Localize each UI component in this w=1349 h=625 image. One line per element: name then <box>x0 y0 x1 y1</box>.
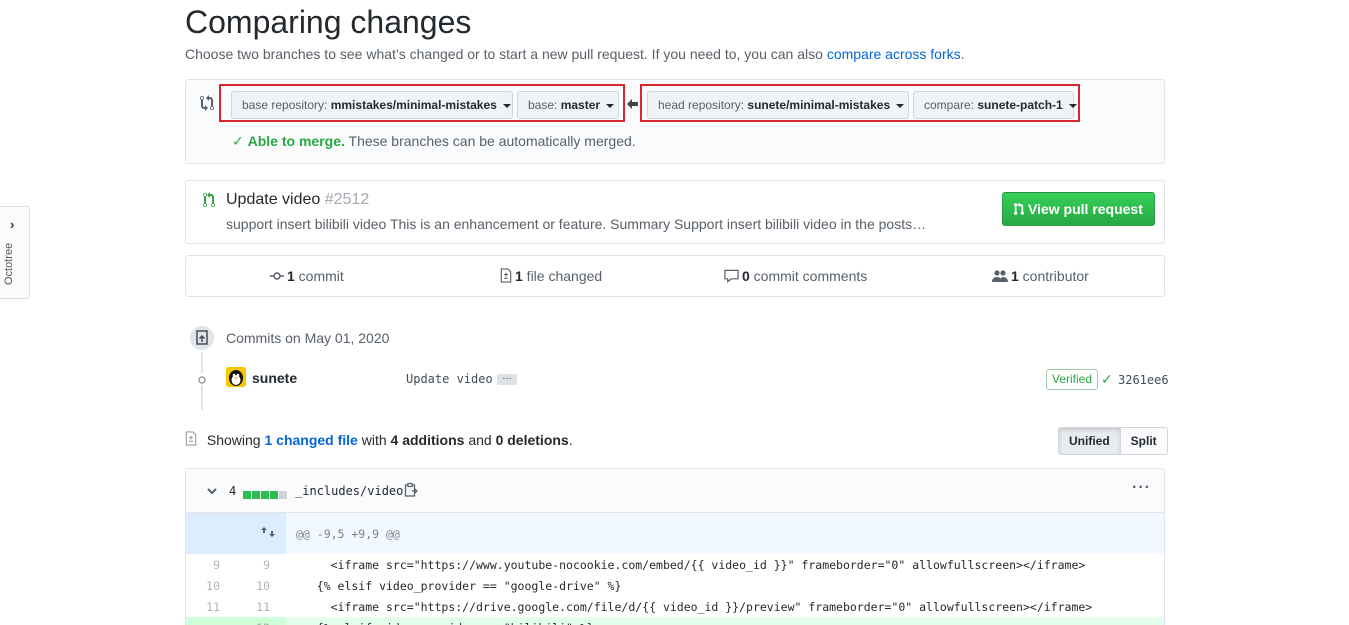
old-line-number[interactable]: 9 <box>186 554 236 575</box>
stat-contributors[interactable]: 1 contributor <box>992 268 1089 284</box>
avatar[interactable] <box>226 367 246 387</box>
caret-down-icon <box>502 103 511 108</box>
clipboard-icon[interactable] <box>404 482 418 501</box>
unfold-icon[interactable] <box>186 513 286 554</box>
head-repository-select[interactable]: head repository: sunete/minimal-mistakes <box>647 91 909 119</box>
old-line-number[interactable]: 11 <box>186 596 236 617</box>
view-pull-request-button[interactable]: View pull request <box>1002 192 1155 226</box>
kebab-menu-icon[interactable]: ··· <box>1132 479 1151 497</box>
stat-comments[interactable]: 0 commit comments <box>724 268 867 284</box>
diff-line: 12+ {% elsif video_provider == "bilibili… <box>186 617 1164 625</box>
compare-branch-select[interactable]: compare: sunete-patch-1 <box>913 91 1077 119</box>
commit-sha[interactable]: 3261ee6 <box>1118 373 1169 387</box>
diff-line: 99 <iframe src="https://www.youtube-noco… <box>186 554 1164 575</box>
file-diff-icon <box>185 431 201 448</box>
base-repository-select[interactable]: base repository: mmistakes/minimal-mista… <box>231 91 513 119</box>
new-line-number[interactable]: 10 <box>236 575 286 596</box>
old-line-number[interactable]: 10 <box>186 575 236 596</box>
old-line-number[interactable] <box>186 617 236 625</box>
code-line: <iframe src="https://drive.google.com/fi… <box>296 599 1093 614</box>
check-icon: ✓ <box>232 133 244 149</box>
verified-badge[interactable]: Verified <box>1046 369 1099 390</box>
commits-date-header: Commits on May 01, 2020 <box>226 330 390 346</box>
repo-push-icon <box>188 324 216 352</box>
diffstat-blocks <box>243 486 288 502</box>
code-line: {% elsif video_provider == "google-drive… <box>296 578 622 593</box>
octotree-label: Octotree <box>3 242 15 285</box>
comment-icon <box>724 269 739 283</box>
file-path[interactable]: _includes/video <box>295 484 403 498</box>
range-editor: base repository: mmistakes/minimal-mista… <box>185 79 1165 164</box>
page-subtitle: Choose two branches to see what’s change… <box>185 46 965 62</box>
check-icon: ✓ <box>1101 371 1113 387</box>
caret-down-icon <box>1068 103 1077 108</box>
chevron-down-icon[interactable] <box>207 483 217 499</box>
pull-request-description: support insert bilibili video This is an… <box>226 216 927 232</box>
base-branch-select[interactable]: base: master <box>517 91 619 119</box>
diff-line: 11 11 <iframe src="https://drive.google.c… <box>186 596 1164 617</box>
diff-change-count: 4 <box>229 484 237 498</box>
unified-button[interactable]: Unified <box>1058 427 1121 455</box>
hunk-header-row: @@ -9,5 +9,9 @@ <box>186 513 1164 554</box>
diffstat-neutral-block <box>279 491 287 499</box>
caret-down-icon <box>606 103 615 108</box>
code-line: + {% elsif video_provider == "bilibili" … <box>286 617 1164 625</box>
file-header: 4 _includes/video ··· <box>186 469 1164 513</box>
stat-files[interactable]: 1 file changed <box>500 268 602 284</box>
commit-message[interactable]: Update video <box>406 372 493 386</box>
diff-file: 4 _includes/video ··· @@ -9,5 +9,9 @@ 99… <box>185 468 1165 625</box>
new-line-number[interactable]: 9 <box>236 554 286 575</box>
git-pull-request-icon <box>203 192 215 211</box>
diffstat-added-block <box>243 491 251 499</box>
expand-commit-button[interactable]: … <box>497 372 517 385</box>
pull-request-title[interactable]: Update video #2512 <box>226 191 369 209</box>
diff-line: 10 10 {% elsif video_provider == "google-… <box>186 575 1164 596</box>
diff-summary: Showing 1 changed file with 4 additions … <box>185 431 573 448</box>
diff-table: @@ -9,5 +9,9 @@ 99 <iframe src="https://… <box>186 513 1164 625</box>
diffstat-added-block <box>270 491 278 499</box>
new-line-number[interactable]: 11 <box>236 596 286 617</box>
file-diff-icon <box>500 268 512 283</box>
commit-author[interactable]: sunete <box>252 370 297 386</box>
changed-files-link[interactable]: 1 changed file <box>264 432 357 448</box>
new-line-number[interactable]: 12 <box>236 617 286 625</box>
octotree-toggle[interactable]: › Octotree <box>0 206 30 299</box>
caret-down-icon <box>896 103 905 108</box>
compare-across-forks-link[interactable]: compare across forks <box>827 46 961 62</box>
git-compare-icon <box>200 95 216 114</box>
diff-view-toggle: Unified Split <box>1058 427 1168 455</box>
commit-icon <box>270 272 284 280</box>
existing-pull-request: Update video #2512 support insert bilibi… <box>185 180 1165 244</box>
hunk-header: @@ -9,5 +9,9 @@ <box>286 513 1164 554</box>
arrow-left-icon <box>627 98 638 113</box>
commit-icon <box>196 373 208 385</box>
git-pull-request-icon <box>1014 202 1025 215</box>
compare-stats: 1 commit 1 file changed 0 commit comment… <box>185 255 1165 297</box>
merge-status: ✓ Able to merge. These branches can be a… <box>232 133 636 149</box>
diffstat-added-block <box>252 491 260 499</box>
split-button[interactable]: Split <box>1120 427 1168 455</box>
page-title: Comparing changes <box>185 4 472 40</box>
code-line: <iframe src="https://www.youtube-nocooki… <box>296 557 1086 572</box>
stat-commits[interactable]: 1 commit <box>270 268 344 284</box>
people-icon <box>992 270 1008 282</box>
chevron-right-icon: › <box>10 217 15 232</box>
diffstat-added-block <box>261 491 269 499</box>
